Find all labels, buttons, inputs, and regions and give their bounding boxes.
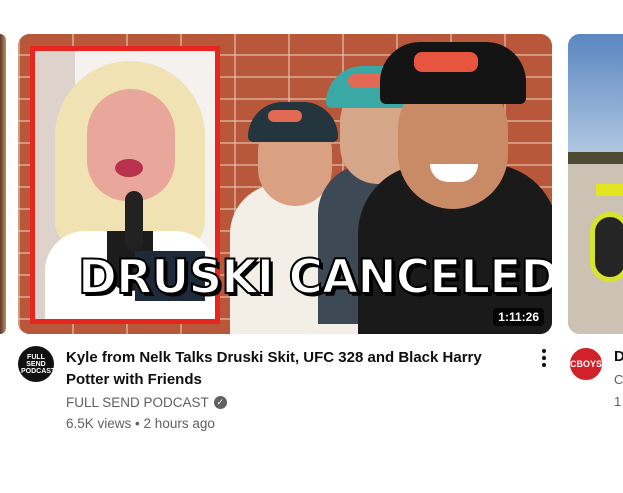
microphone — [125, 191, 143, 251]
next-channel-avatar-label: CBOYS — [570, 359, 603, 369]
next-video-channel[interactable]: C — [614, 372, 623, 387]
view-count: 6.5K views — [66, 416, 132, 431]
next-video-title[interactable]: D — [614, 348, 623, 365]
check-badge-icon: ✓ — [213, 396, 227, 409]
duration-badge: 1:11:26 — [493, 308, 544, 326]
upload-age: 2 hours ago — [143, 416, 215, 431]
channel-avatar[interactable]: FULL SEND PODCAST — [18, 346, 56, 382]
next-channel-avatar[interactable]: CBOYS — [568, 346, 604, 382]
next-video-meta: 1 — [614, 394, 622, 409]
channel-name-row[interactable]: FULL SEND PODCAST ✓ — [66, 395, 227, 410]
video-title[interactable]: Kyle from Nelk Talks Druski Skit, UFC 32… — [66, 347, 516, 391]
channel-name[interactable]: FULL SEND PODCAST — [66, 395, 209, 410]
meta-separator: • — [135, 416, 140, 431]
next-video-thumbnail[interactable] — [568, 34, 623, 334]
thumbnail-overlay-text: DRUSKI CANCELED?! — [77, 249, 552, 306]
video-metadata: 6.5K views • 2 hours ago — [66, 416, 215, 431]
previous-video-thumbnail[interactable] — [0, 34, 6, 334]
kebab-vertical-icon[interactable] — [534, 348, 554, 368]
video-thumbnail[interactable]: DRUSKI CANCELED?! 1:11:26 — [18, 34, 552, 334]
channel-avatar-label: FULL SEND PODCAST — [21, 353, 56, 375]
